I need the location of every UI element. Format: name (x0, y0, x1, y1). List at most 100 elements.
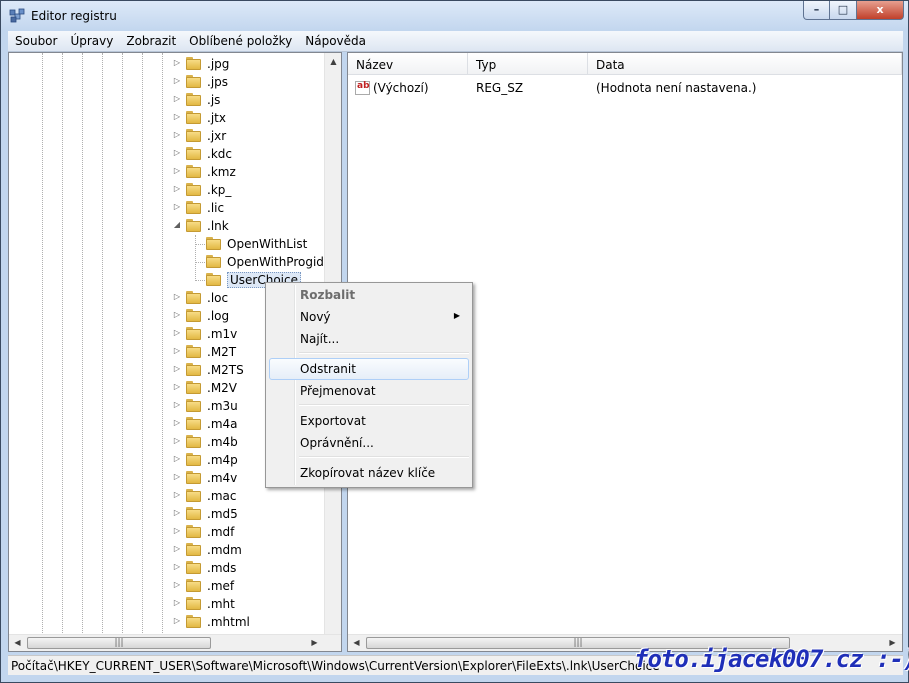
menu-oblibene-polozky[interactable]: Oblíbené položky (182, 31, 298, 52)
tree-item-label: .jps (207, 75, 229, 89)
scroll-left-arrow-icon[interactable]: ◀ (348, 635, 365, 651)
collapsed-arrow-icon[interactable]: ▷ (172, 580, 182, 589)
menu-soubor[interactable]: Soubor (8, 31, 63, 52)
tree-item-label: .kmz (207, 165, 236, 179)
menu-separator (299, 404, 469, 406)
context-menu-item-label: Zkopírovat název klíče (300, 466, 436, 480)
collapsed-arrow-icon[interactable]: ▷ (172, 418, 182, 427)
collapsed-arrow-icon[interactable]: ▷ (172, 364, 182, 373)
tree-scroll-thumb[interactable]: ||| (27, 637, 211, 649)
context-menu-item[interactable]: Exportovat (269, 410, 469, 432)
folder-icon (186, 561, 201, 574)
tree-item[interactable]: ▷ .mdf (9, 523, 327, 541)
tree-item[interactable]: ▷ .mdm (9, 541, 327, 559)
collapsed-arrow-icon[interactable]: ▷ (172, 346, 182, 355)
collapsed-arrow-icon[interactable]: ▷ (172, 148, 182, 157)
context-menu-item-label: Rozbalit (300, 288, 356, 302)
collapsed-arrow-icon[interactable]: ▷ (172, 616, 182, 625)
tree-item[interactable]: ▷ .kmz (9, 163, 327, 181)
tree-item[interactable]: ▷ .js (9, 91, 327, 109)
string-value-icon: ab (355, 81, 370, 95)
menu-upravy[interactable]: Úpravy (63, 31, 119, 52)
tree-item[interactable]: OpenWithList (9, 235, 327, 253)
tree-item[interactable]: ▷ .jtx (9, 109, 327, 127)
tree-item[interactable]: ▷ .mef (9, 577, 327, 595)
column-header-data[interactable]: Data (588, 53, 902, 75)
context-menu-item[interactable]: Oprávnění... (269, 432, 469, 454)
collapsed-arrow-icon[interactable]: ▷ (172, 508, 182, 517)
folder-icon (186, 75, 201, 88)
window-controls: – □ x (803, 1, 904, 21)
tree-item[interactable]: ▷ .mhtml (9, 613, 327, 631)
collapsed-arrow-icon[interactable]: ▷ (172, 562, 182, 571)
collapsed-arrow-icon[interactable]: ▷ (172, 526, 182, 535)
scroll-left-arrow-icon[interactable]: ◀ (9, 635, 26, 651)
tree-item[interactable]: ▷ .jxr (9, 127, 327, 145)
maximize-button[interactable]: □ (830, 1, 857, 20)
scroll-right-arrow-icon[interactable]: ▶ (306, 635, 323, 651)
column-header-name[interactable]: Název (348, 53, 468, 75)
collapsed-arrow-icon[interactable]: ▷ (172, 166, 182, 175)
context-menu-item[interactable]: Zkopírovat název klíče (269, 462, 469, 484)
tree-item-label: .jxr (207, 129, 227, 143)
expanded-arrow-icon[interactable]: ◢ (172, 220, 182, 229)
collapsed-arrow-icon[interactable]: ▷ (172, 454, 182, 463)
column-header-type[interactable]: Typ (468, 53, 588, 75)
context-menu-item-label: Exportovat (300, 414, 366, 428)
collapsed-arrow-icon[interactable]: ▷ (172, 490, 182, 499)
tree-item-label: .m1v (207, 327, 238, 341)
collapsed-arrow-icon[interactable]: ▷ (172, 112, 182, 121)
tree-item-label: .jtx (207, 111, 226, 125)
collapsed-arrow-icon[interactable]: ▷ (172, 202, 182, 211)
minimize-button[interactable]: – (803, 1, 830, 20)
collapsed-arrow-icon[interactable]: ▷ (172, 400, 182, 409)
tree-item[interactable]: ▷ .mht (9, 595, 327, 613)
submenu-arrow-icon: ▶ (453, 311, 460, 320)
scroll-up-arrow-icon[interactable]: ▲ (325, 53, 341, 70)
tree-item[interactable]: ▷ .lic (9, 199, 327, 217)
tree-item[interactable]: ▷ .kp_ (9, 181, 327, 199)
context-menu: Rozbalit Nový ▶ Najít... Odstranit Přejmenova… (265, 282, 473, 488)
tree-horizontal-scrollbar[interactable]: ◀ ||| ▶ (9, 634, 341, 651)
tree-item[interactable]: ▷ .jpg (9, 55, 327, 73)
folder-icon (186, 543, 201, 556)
collapsed-arrow-icon[interactable]: ▷ (172, 436, 182, 445)
tree-item-label: .loc (207, 291, 229, 305)
watermark: foto.ijacek007.cz :-) (634, 645, 909, 673)
tree-item-label: .md5 (207, 507, 238, 521)
close-button[interactable]: x (857, 1, 904, 20)
title-bar[interactable]: Editor registru – □ x (1, 1, 908, 31)
collapsed-arrow-icon[interactable]: ▷ (172, 544, 182, 553)
collapsed-arrow-icon[interactable]: ▷ (172, 328, 182, 337)
collapsed-arrow-icon[interactable]: ▷ (172, 184, 182, 193)
collapsed-arrow-icon[interactable]: ▷ (172, 382, 182, 391)
context-menu-item[interactable]: Nový ▶ (269, 306, 469, 328)
folder-icon (186, 471, 201, 484)
collapsed-arrow-icon[interactable]: ▷ (172, 310, 182, 319)
folder-icon (186, 93, 201, 106)
tree-item[interactable]: ▷ .md5 (9, 505, 327, 523)
menu-zobrazit[interactable]: Zobrazit (119, 31, 182, 52)
tree-item-label: .M2V (207, 381, 238, 395)
collapsed-arrow-icon[interactable]: ▷ (172, 76, 182, 85)
context-menu-item[interactable]: Najít... (269, 328, 469, 350)
collapsed-arrow-icon[interactable]: ▷ (172, 472, 182, 481)
menu-napoveda[interactable]: Nápověda (298, 31, 372, 52)
tree-item[interactable]: OpenWithProgids (9, 253, 330, 271)
context-menu-item[interactable]: Přejmenovat (269, 380, 469, 402)
tree-item[interactable]: ▷ .jps (9, 73, 327, 91)
tree-item-label: .m4p (207, 453, 238, 467)
value-data: (Hodnota není nastavena.) (596, 81, 757, 95)
tree-item[interactable]: ◢ .lnk (9, 217, 327, 235)
folder-icon (206, 273, 221, 286)
folder-icon (186, 309, 201, 322)
context-menu-item[interactable]: Odstranit (269, 358, 469, 380)
collapsed-arrow-icon[interactable]: ▷ (172, 94, 182, 103)
collapsed-arrow-icon[interactable]: ▷ (172, 58, 182, 67)
collapsed-arrow-icon[interactable]: ▷ (172, 598, 182, 607)
tree-item[interactable]: ▷ .kdc (9, 145, 327, 163)
collapsed-arrow-icon[interactable]: ▷ (172, 292, 182, 301)
tree-item[interactable]: ▷ .mds (9, 559, 327, 577)
tree-item[interactable]: ▷ .mac (9, 487, 327, 505)
collapsed-arrow-icon[interactable]: ▷ (172, 130, 182, 139)
